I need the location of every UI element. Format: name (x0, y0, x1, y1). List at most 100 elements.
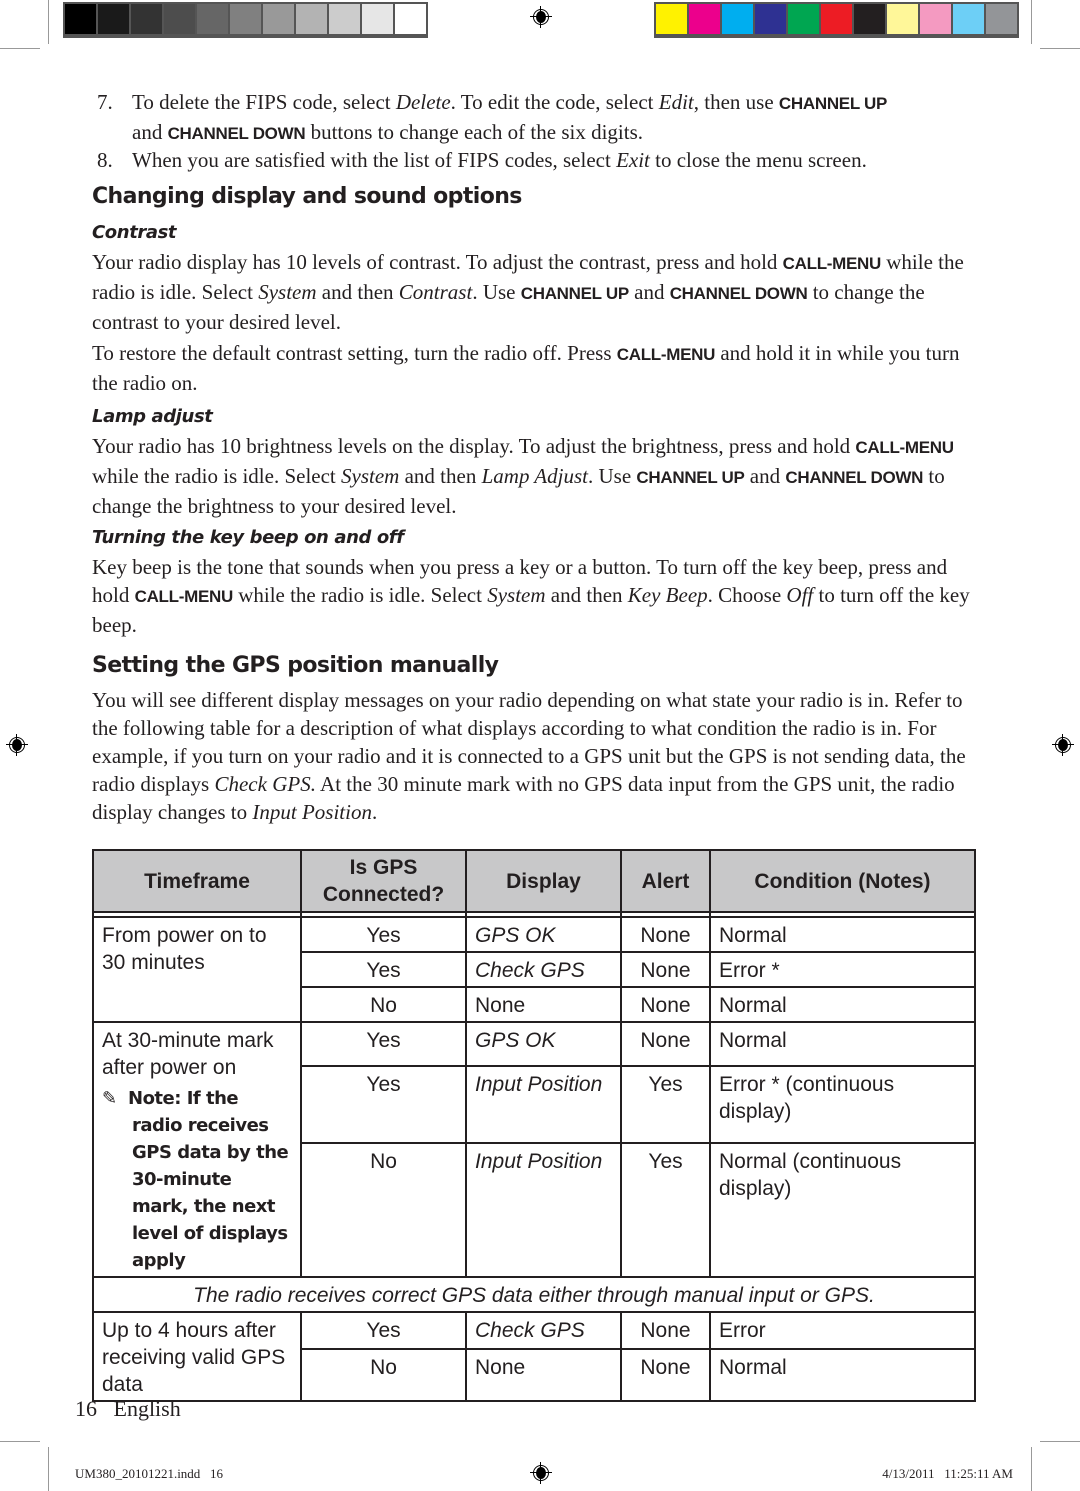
menu-system: System (341, 464, 400, 488)
crop-mark (48, 1447, 49, 1491)
header-gps-connected: Is GPS Connected? (300, 849, 467, 913)
header-alert: Alert (620, 849, 711, 913)
connected-cell: Yes (300, 1311, 467, 1350)
header-timeframe: Timeframe (92, 849, 302, 913)
text: buttons to change each of the six digits… (305, 120, 644, 144)
header-display: Display (465, 849, 622, 913)
alert-cell: Yes (620, 1064, 711, 1145)
alert-cell: None (620, 1021, 711, 1067)
text: . Use (472, 280, 521, 304)
color-swatch (230, 4, 261, 34)
section-heading-gps-position: Setting the GPS position manually (92, 653, 499, 678)
text: and then (399, 464, 482, 488)
subheading-contrast: Contrast (92, 222, 177, 243)
color-swatch (329, 4, 360, 34)
text: and then (545, 583, 628, 607)
text: while the radio is idle. Select (92, 464, 342, 488)
display-check-gps: Check GPS. (214, 772, 316, 796)
step-7: 7. To delete the FIPS code, select Delet… (92, 88, 977, 148)
text: When you are satisfied with the list of … (132, 148, 617, 172)
color-swatch (362, 4, 393, 34)
step-8: 8. When you are satisfied with the list … (92, 146, 977, 174)
display-cell: GPS OK (465, 1021, 622, 1067)
color-swatch (755, 4, 786, 34)
lamp-paragraph: Your radio has 10 brightness levels on t… (92, 432, 977, 520)
color-swatch (986, 4, 1017, 34)
key-call-menu: CALL-MENU (855, 438, 954, 457)
alert-cell: None (620, 916, 711, 953)
condition-cell: Error * (continuous display) (709, 1064, 976, 1145)
color-swatch (197, 4, 228, 34)
alert-cell: None (620, 951, 711, 988)
contrast-restore-paragraph: To restore the default contrast setting,… (92, 339, 977, 397)
registration-mark-icon (6, 734, 28, 756)
color-swatch (131, 4, 162, 34)
condition-cell: Error (709, 1311, 976, 1350)
timeframe-cell: At 30-minute mark after power on ✎ Note: … (92, 1021, 302, 1278)
key-call-menu: CALL-MENU (134, 587, 234, 606)
condition-cell: Normal (continuous display) (709, 1142, 976, 1278)
menu-option-exit: Exit (616, 148, 650, 172)
color-swatch (722, 4, 753, 34)
menu-contrast: Contrast (398, 280, 473, 304)
connected-cell: Yes (300, 1021, 467, 1067)
banner-cell: The radio receives correct GPS data eith… (92, 1276, 976, 1313)
text: To delete the FIPS code, select (132, 90, 396, 114)
table-row: At 30-minute mark after power on ✎ Note: … (92, 1021, 976, 1278)
text: . To edit the code, select (450, 90, 659, 114)
page-number: 16 (75, 1396, 97, 1421)
slug-timestamp: 4/13/2011 11:25:11 AM (882, 1466, 1013, 1481)
text: To restore the default contrast setting,… (92, 341, 617, 365)
display-input-position: Input Position (252, 800, 372, 824)
condition-cell: Normal (709, 1021, 976, 1067)
color-swatch (296, 4, 327, 34)
color-swatch (953, 4, 984, 34)
text: . (371, 800, 378, 824)
registration-mark-icon (1052, 734, 1074, 756)
note-lead: Note: If the (128, 1088, 239, 1109)
color-swatch (395, 4, 426, 34)
menu-option-off: Off (786, 583, 814, 607)
alert-cell: Yes (620, 1142, 711, 1278)
color-swatch (821, 4, 852, 34)
key-channel-up: CHANNEL UP (778, 94, 888, 113)
display-cell: GPS OK (465, 916, 622, 953)
crop-mark (1031, 0, 1032, 44)
text: . Use (587, 464, 637, 488)
text: , then use (693, 90, 779, 114)
note-pencil-icon: ✎ (102, 1088, 117, 1109)
menu-system: System (258, 280, 317, 304)
subheading-lamp-adjust: Lamp adjust (92, 406, 213, 427)
display-cell: None (465, 986, 622, 1023)
key-channel-down: CHANNEL DOWN (167, 124, 306, 143)
menu-key-beep: Key Beep (627, 583, 708, 607)
text: to close the menu screen. (649, 148, 867, 172)
text: and (744, 464, 786, 488)
color-swatch (656, 4, 687, 34)
text: and then (316, 280, 399, 304)
note-text: radio receives GPS data by the 30-minute… (132, 1115, 289, 1271)
section-heading-display-sound: Changing display and sound options (92, 184, 522, 209)
text: Your radio has 10 brightness levels on t… (92, 434, 856, 458)
text: and (132, 120, 168, 144)
color-swatch (920, 4, 951, 34)
alert-cell: None (620, 1348, 711, 1402)
crop-mark (1040, 1441, 1080, 1442)
crop-mark (1040, 48, 1080, 49)
color-swatch (689, 4, 720, 34)
color-swatch (263, 4, 294, 34)
header-condition: Condition (Notes) (709, 849, 976, 913)
menu-option-edit: Edit (658, 90, 694, 114)
color-swatch (854, 4, 885, 34)
key-channel-up: CHANNEL UP (520, 284, 629, 303)
display-cell: Input Position (465, 1064, 622, 1145)
text: . Choose (707, 583, 787, 607)
color-swatch (164, 4, 195, 34)
crop-mark (48, 0, 49, 44)
timeframe-cell: Up to 4 hours after receiving valid GPS … (92, 1311, 302, 1402)
connected-cell: Yes (300, 1064, 467, 1145)
connected-cell: No (300, 1348, 467, 1402)
key-beep-paragraph: Key beep is the tone that sounds when yo… (92, 553, 977, 639)
color-swatch (788, 4, 819, 34)
display-cell: Check GPS (465, 1311, 622, 1350)
